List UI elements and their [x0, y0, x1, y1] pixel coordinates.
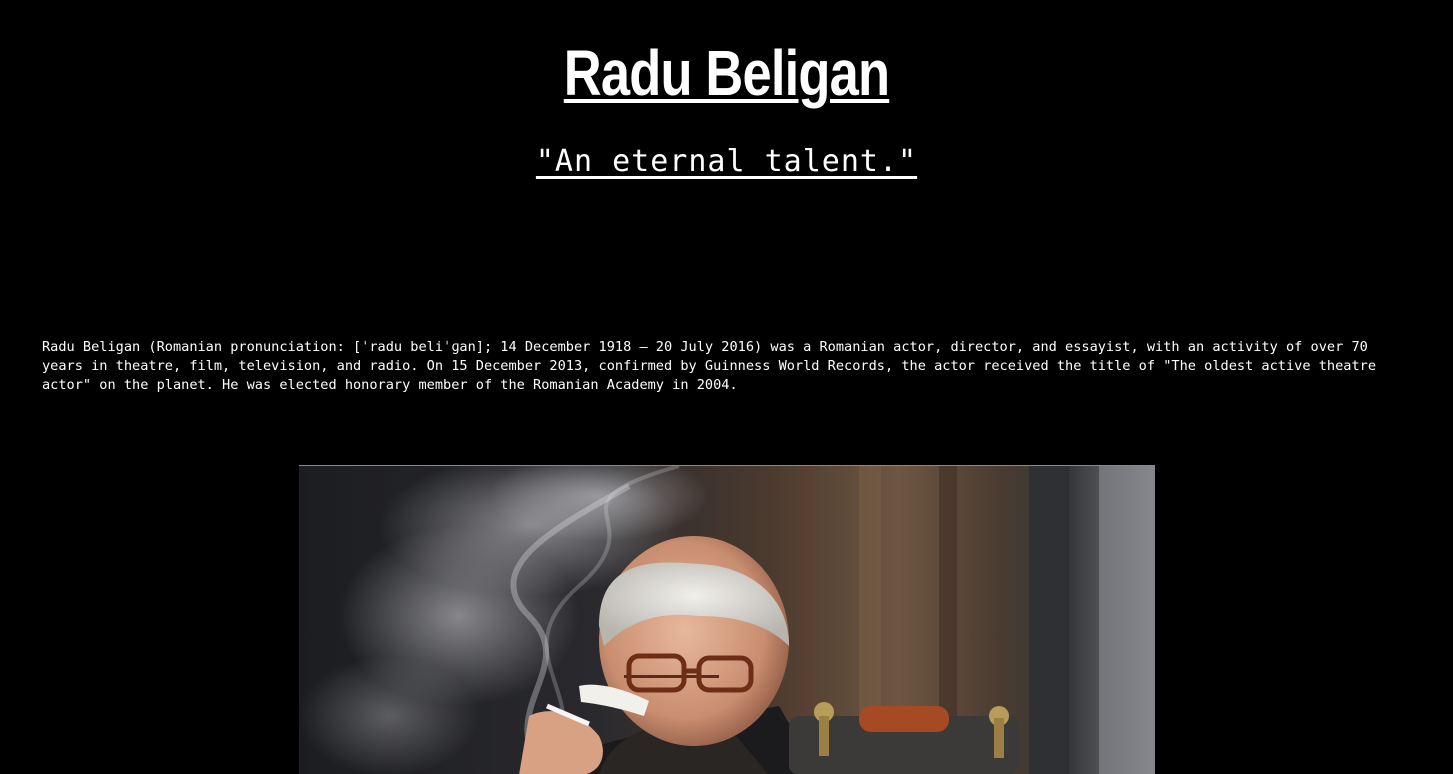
biography-paragraph: Radu Beligan (Romanian pronunciation: [ˈ… [42, 339, 1377, 393]
tagline: "An eternal talent." [0, 142, 1453, 182]
page-title-text: Radu Beligan [563, 37, 890, 109]
tagline-text: "An eternal talent." [535, 144, 918, 179]
portrait-photo [299, 465, 1155, 774]
portrait-photo-illustration [299, 466, 1155, 774]
page-title: Radu Beligan [131, 36, 1322, 110]
